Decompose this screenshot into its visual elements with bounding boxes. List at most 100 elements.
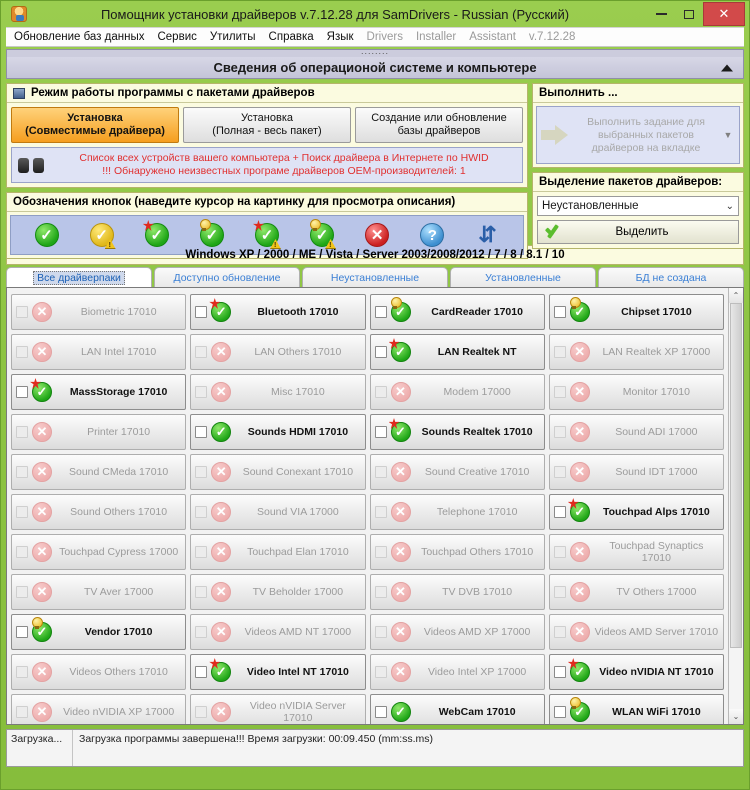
green-check-icon[interactable]: ✓ [388, 418, 412, 443]
driverpack-item[interactable]: ✓ Vendor 17010 [11, 614, 187, 650]
driverpack-checkbox[interactable] [16, 626, 28, 638]
scroll-up-button[interactable]: ⌃ [729, 288, 743, 303]
driverpack-checkbox[interactable] [553, 506, 566, 518]
driverpack-checkbox[interactable] [374, 426, 387, 438]
select-button[interactable]: Выделить [537, 220, 739, 244]
driverpack-item[interactable]: ✕ Sound CMeda 17010 [11, 454, 187, 490]
green-check-icon[interactable]: ✓ [30, 378, 53, 403]
driverpack-item[interactable]: ✕ Modem 17000 [369, 374, 545, 410]
chevron-down-icon[interactable]: ⌄ [726, 201, 734, 212]
red-cross-icon[interactable]: ✕ [210, 541, 232, 563]
green-check-icon[interactable]: ✓ [569, 297, 591, 323]
green-check-icon[interactable]: ✓ [388, 338, 412, 363]
scroll-down-button[interactable]: ⌄ [729, 709, 743, 724]
driverpack-item[interactable]: ✕ Touchpad Elan 17010 [190, 534, 366, 570]
red-cross-icon[interactable]: ✕ [390, 661, 412, 683]
driverpack-item[interactable]: ✕ Sound Conexant 17010 [190, 454, 366, 490]
driverpack-item[interactable]: ✕ Touchpad Others 17010 [369, 534, 545, 570]
red-cross-icon[interactable]: ✕ [390, 381, 412, 403]
driverpack-item[interactable]: ✓ LAN Realtek NT [369, 334, 545, 370]
scrollbar-track[interactable] [729, 303, 743, 709]
driverpack-item[interactable]: ✕ Printer 17010 [11, 414, 187, 450]
driverpack-checkbox[interactable] [16, 386, 28, 398]
red-cross-icon[interactable]: ✕ [31, 461, 53, 483]
driverpack-item[interactable]: ✕ Monitor 17010 [548, 374, 724, 410]
driverpack-item[interactable]: ✕ Sound IDT 17000 [548, 454, 724, 490]
driverpack-item[interactable]: ✕ Sound ADI 17000 [548, 414, 724, 450]
driverpack-item[interactable]: ✕ LAN Realtek XP 17000 [548, 334, 724, 370]
driverpack-item[interactable]: ✕ Video nVIDIA XP 17000 [11, 694, 187, 724]
red-cross-icon[interactable]: ✕ [210, 341, 232, 363]
driverpack-item[interactable]: ✓ Sounds Realtek 17010 [369, 414, 545, 450]
driverpack-item[interactable]: ✓ Video Intel NT 17010 [190, 654, 366, 690]
driverpack-item[interactable]: ✓ WebCam 17010 [369, 694, 545, 724]
red-cross-icon[interactable]: ✕ [569, 421, 591, 443]
driverpack-checkbox[interactable] [553, 706, 566, 718]
menu-item-update-db[interactable]: Обновление баз данных [14, 31, 144, 43]
red-cross-icon[interactable]: ✕ [31, 341, 53, 363]
driverpack-item[interactable]: ✕ TV Aver 17000 [11, 574, 187, 610]
driverpack-item[interactable]: ✕ LAN Intel 17010 [11, 334, 187, 370]
driverpack-item[interactable]: ✓ Sounds HDMI 17010 [190, 414, 366, 450]
scrollbar-thumb[interactable] [730, 303, 742, 648]
driverpack-checkbox[interactable] [374, 706, 387, 718]
close-button[interactable]: ✕ [703, 2, 745, 26]
blue-question-icon[interactable]: ? [418, 221, 446, 249]
driverpack-item[interactable]: ✕ Biometric 17010 [11, 294, 187, 330]
driverpack-item[interactable]: ✓ Video nVIDIA NT 17010 [548, 654, 724, 690]
driverpack-item[interactable]: ✕ Videos AMD Server 17010 [548, 614, 724, 650]
driverpack-item[interactable]: ✓ Chipset 17010 [548, 294, 724, 330]
tab-db-not-created[interactable]: БД не создана [598, 267, 744, 287]
driverpack-item[interactable]: ✕ Video Intel XP 17000 [369, 654, 545, 690]
red-cross-icon[interactable]: ✕ [31, 541, 53, 563]
tab-all-driverpacks[interactable]: Все драйверпаки [6, 267, 152, 287]
green-check-icon[interactable]: ✓ [569, 697, 591, 723]
refresh-arrows-icon[interactable]: ⇵ [473, 221, 501, 249]
driverpack-item[interactable]: ✕ Videos Others 17010 [11, 654, 187, 690]
driverpack-checkbox[interactable] [374, 306, 387, 318]
driverpack-item[interactable]: ✕ Touchpad Cypress 17000 [11, 534, 187, 570]
green-check-bulb-icon[interactable]: ✓ [198, 219, 226, 249]
driverpack-checkbox[interactable] [553, 306, 566, 318]
green-check-icon[interactable]: ✓ [33, 221, 61, 249]
red-cross-icon[interactable]: ✕ [210, 501, 232, 523]
selection-combo[interactable]: Неустановленные ⌄ [537, 196, 739, 216]
green-check-icon[interactable]: ✓ [567, 498, 591, 523]
driverpack-item[interactable]: ✕ Video nVIDIA Server 17010 [190, 694, 366, 724]
red-cross-icon[interactable]: ✕ [363, 221, 391, 249]
driverpack-item[interactable]: ✕ LAN Others 17010 [190, 334, 366, 370]
hwid-notice[interactable]: Список всех устройств вашего компьютера … [11, 147, 523, 183]
driverpack-item[interactable]: ✓ MassStorage 17010 [11, 374, 187, 410]
mode-button-createdb[interactable]: Создание или обновление базы драйверов [355, 107, 523, 143]
yellow-check-warning-icon[interactable]: ✓ [88, 221, 116, 249]
driverpack-checkbox[interactable] [195, 306, 208, 318]
red-cross-icon[interactable]: ✕ [569, 461, 591, 483]
red-cross-icon[interactable]: ✕ [569, 381, 591, 403]
chevron-down-icon[interactable]: ▼ [721, 130, 735, 140]
green-check-icon[interactable]: ✓ [390, 297, 412, 323]
red-cross-icon[interactable]: ✕ [31, 421, 53, 443]
driverpack-item[interactable]: ✕ Misc 17010 [190, 374, 366, 410]
driverpack-checkbox[interactable] [553, 666, 566, 678]
minimize-button[interactable] [647, 3, 675, 25]
red-cross-icon[interactable]: ✕ [210, 381, 232, 403]
system-info-collapse-bar[interactable]: Сведения об операционой системе и компью… [6, 57, 744, 79]
green-check-icon[interactable]: ✓ [210, 421, 232, 443]
maximize-button[interactable] [675, 3, 703, 25]
menu-item-utilities[interactable]: Утилиты [210, 31, 256, 43]
execute-task-button[interactable]: Выполнить задание для выбранных пакетов … [536, 106, 740, 164]
red-cross-icon[interactable]: ✕ [569, 541, 591, 563]
green-check-star-warning-icon[interactable]: ✓ [252, 220, 281, 249]
red-cross-icon[interactable]: ✕ [569, 341, 591, 363]
driverpack-item[interactable]: ✕ Sound Creative 17010 [369, 454, 545, 490]
red-cross-icon[interactable]: ✕ [390, 541, 412, 563]
driverpack-item[interactable]: ✕ Touchpad Synaptics 17010 [548, 534, 724, 570]
green-check-icon[interactable]: ✓ [209, 298, 232, 323]
driverpack-item[interactable]: ✓ Bluetooth 17010 [190, 294, 366, 330]
tab-update-available[interactable]: Доступно обновление [154, 267, 300, 287]
red-cross-icon[interactable]: ✕ [390, 461, 412, 483]
green-check-bulb-warning-icon[interactable]: ✓ [308, 219, 337, 249]
driverpack-item[interactable]: ✕ TV Others 17000 [548, 574, 724, 610]
vertical-scrollbar[interactable]: ⌃ ⌄ [728, 288, 743, 724]
tab-installed[interactable]: Установленные [450, 267, 596, 287]
